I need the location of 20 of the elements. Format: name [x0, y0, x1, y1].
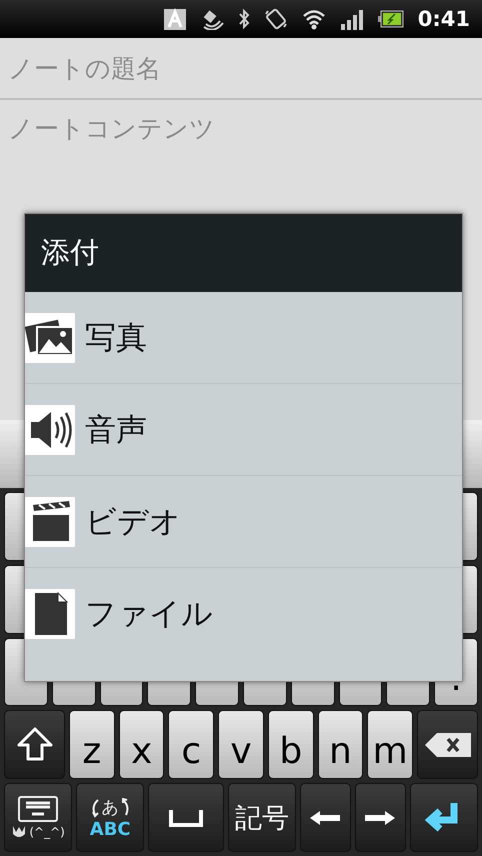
abc-label: ABC — [90, 821, 131, 840]
dialog-title: 添付 — [25, 214, 462, 292]
key[interactable]: b — [268, 710, 314, 780]
menu-item[interactable]: 写真 — [25, 292, 462, 384]
key[interactable]: (^_^) — [4, 783, 72, 852]
key[interactable]: n — [318, 710, 364, 780]
key[interactable]: c — [168, 710, 214, 780]
menu-item[interactable]: 音声 — [25, 384, 462, 476]
clock: 0:41 — [418, 7, 470, 31]
menu-item[interactable]: ビデオ — [25, 476, 462, 568]
key[interactable]: x — [118, 710, 164, 780]
kana-label: あ — [102, 797, 119, 820]
key[interactable]: 記号 — [228, 783, 296, 852]
menu-item[interactable]: ファイル — [25, 568, 462, 681]
key[interactable]: m — [367, 710, 414, 780]
key[interactable]: あ ABC — [76, 783, 144, 852]
key[interactable]: v — [218, 710, 264, 780]
title-field[interactable]: ノートの題名 — [0, 38, 482, 100]
key[interactable]: z — [69, 710, 115, 780]
emoticon-label: (^_^) — [29, 824, 65, 839]
